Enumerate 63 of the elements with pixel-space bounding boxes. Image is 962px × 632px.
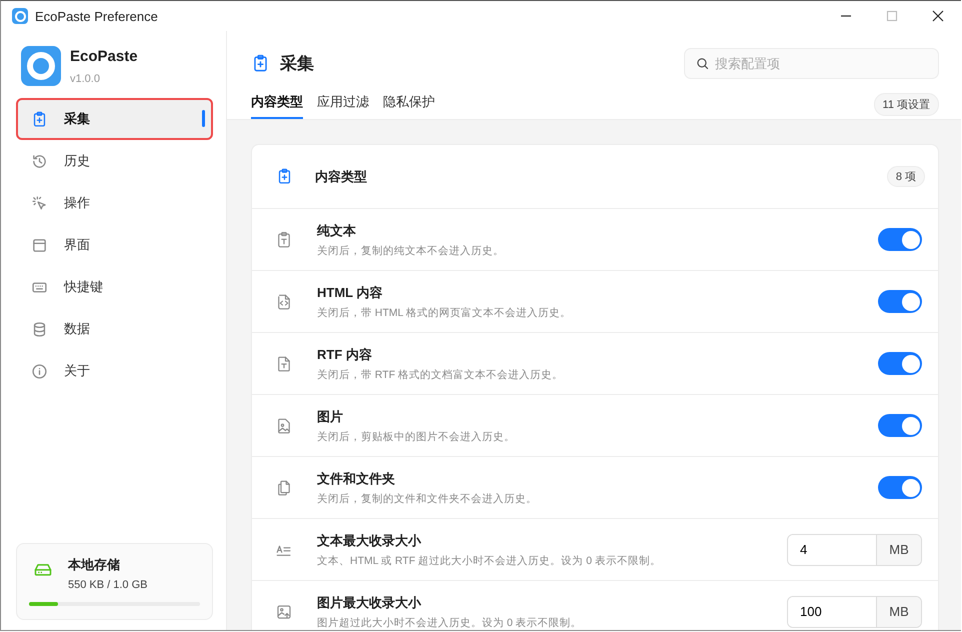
window-icon: [31, 236, 48, 254]
setting-description: 关闭后，带 RTF 格式的文档富文本不会进入历史。: [317, 368, 564, 382]
setting-title: 图片最大收录大小: [317, 594, 422, 612]
number-field[interactable]: 100 MB: [787, 596, 922, 628]
search-field[interactable]: 搜索配置项: [684, 48, 939, 78]
sidebar-item[interactable]: 操作: [16, 182, 213, 224]
settings-count: 11 项设置: [874, 92, 939, 116]
setting-description: 关闭后，带 HTML 格式的网页富文本不会进入历史。: [317, 306, 572, 320]
setting-description: 文本、HTML 或 RTF 超过此大小时不会进入历史。设为 0 表示不限制。: [317, 554, 662, 568]
search-icon: [695, 56, 710, 70]
sidebar-item[interactable]: 历史: [16, 140, 213, 182]
maximize-icon: [886, 10, 898, 22]
sidebar-item[interactable]: 采集: [16, 98, 213, 140]
unit-label: MB: [876, 534, 921, 564]
setting-description: 关闭后，复制的纯文本不会进入历史。: [317, 244, 505, 258]
history-icon: [31, 152, 48, 170]
clipboard-plus-icon: [251, 54, 270, 72]
unit-label: MB: [876, 596, 921, 626]
sidebar-item[interactable]: 快捷键: [16, 266, 213, 308]
sidebar-item[interactable]: 界面: [16, 224, 213, 266]
setting-description: 关闭后，剪贴板中的图片不会进入历史。: [317, 430, 516, 444]
clipboard-text-icon: [275, 230, 293, 248]
setting-title: 纯文本: [317, 222, 357, 240]
text-file-icon: [275, 354, 293, 372]
setting-description: 关闭后，复制的文件和文件夹不会进入历史。: [317, 492, 538, 506]
page-title: 采集: [280, 52, 314, 74]
setting-title: 图片: [317, 408, 344, 426]
app-name: EcoPaste: [70, 48, 138, 64]
toggle-switch[interactable]: [878, 228, 922, 251]
toggle-switch[interactable]: [878, 352, 922, 375]
storage-title: 本地存储: [68, 556, 121, 574]
info-icon: [31, 362, 48, 380]
toggle-switch[interactable]: [878, 476, 922, 499]
toggle-switch[interactable]: [878, 290, 922, 313]
image-file-icon: [275, 416, 293, 434]
sidebar-item[interactable]: 关于: [16, 350, 213, 392]
setting-title: HTML 内容: [317, 284, 384, 302]
clipboard-plus-icon: [276, 168, 293, 185]
code-file-icon: [275, 292, 293, 310]
active-indicator: [202, 110, 205, 127]
tab[interactable]: 隐私保护: [383, 89, 435, 119]
cursor-click-icon: [31, 194, 48, 212]
search-input[interactable]: 搜索配置项: [715, 56, 928, 70]
item-count: 8 项: [886, 166, 925, 187]
database-icon: [31, 320, 48, 338]
setting-title: 文本最大收录大小: [317, 532, 422, 550]
storage-usage: 550 KB / 1.0 GB: [68, 579, 148, 591]
setting-title: 文件和文件夹: [317, 470, 396, 488]
image-upload-icon: [275, 602, 293, 620]
setting-description: 图片超过此大小时不会进入历史。设为 0 表示不限制。: [317, 616, 583, 630]
app-logo-icon: [12, 8, 28, 24]
section-title: 内容类型: [315, 168, 367, 186]
window-title: EcoPaste Preference: [35, 8, 158, 24]
sidebar-item[interactable]: 数据: [16, 308, 213, 350]
close-icon: [932, 10, 944, 22]
app-logo-icon: [21, 46, 61, 86]
tab[interactable]: 应用过滤: [317, 89, 369, 119]
clipboard-plus-icon: [31, 110, 48, 128]
toggle-switch[interactable]: [878, 414, 922, 437]
setting-title: RTF 内容: [317, 346, 373, 364]
app-version: v1.0.0: [70, 72, 101, 84]
files-icon: [275, 478, 293, 496]
number-field[interactable]: 4 MB: [787, 534, 922, 566]
